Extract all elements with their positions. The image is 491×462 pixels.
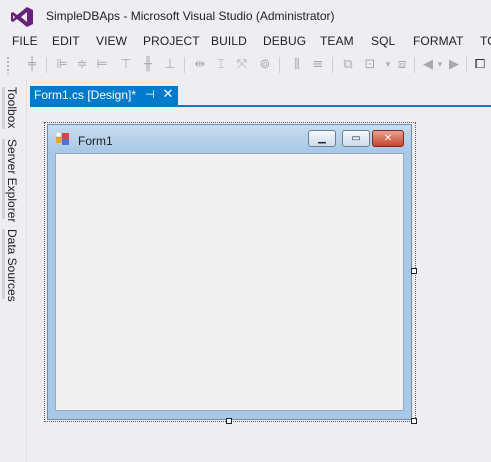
- toolbar-separator: [279, 57, 280, 73]
- align-centers-icon[interactable]: ≑: [74, 57, 90, 73]
- tab-label: Form1.cs [Design]*: [34, 88, 137, 102]
- align-middles-icon[interactable]: ╫: [140, 57, 156, 73]
- form-icon: [56, 132, 69, 145]
- pin-icon[interactable]: ⊣: [143, 87, 157, 103]
- center-horizontally-icon[interactable]: ⧉: [340, 57, 356, 73]
- close-button[interactable]: ✕: [372, 130, 404, 147]
- menu-sql[interactable]: SQL: [371, 34, 395, 48]
- toolbar-grip[interactable]: [6, 56, 10, 74]
- align-to-grid-icon[interactable]: ╪: [24, 57, 40, 73]
- menu-team[interactable]: TEAM: [320, 34, 354, 48]
- navigate-forward-icon[interactable]: ▶: [446, 57, 462, 73]
- bring-to-front-icon[interactable]: ⧈: [394, 57, 410, 73]
- form-title: Form1: [78, 134, 113, 148]
- make-same-size-icon[interactable]: ⤧: [234, 57, 250, 73]
- align-rights-icon[interactable]: ⊨: [94, 57, 110, 73]
- align-tops-icon[interactable]: ⊤: [118, 57, 134, 73]
- maximize-button[interactable]: ▭: [342, 130, 370, 147]
- align-bottoms-icon[interactable]: ⊥: [162, 57, 178, 73]
- toolbar-separator: [414, 57, 415, 73]
- menu-debug[interactable]: DEBUG: [263, 34, 306, 48]
- toolbar-separator: [46, 57, 47, 73]
- vertical-spacing-icon[interactable]: ≡: [310, 57, 326, 73]
- menu-edit[interactable]: EDIT: [52, 34, 80, 48]
- toolbar-separator: [466, 57, 467, 73]
- menu-bar: FILE EDIT VIEW PROJECT BUILD DEBUG TEAM …: [0, 31, 491, 52]
- resize-handle-right[interactable]: [411, 268, 417, 274]
- data-sources-tab[interactable]: Data Sources: [5, 229, 19, 302]
- menu-build[interactable]: BUILD: [211, 34, 247, 48]
- close-icon[interactable]: ✕: [161, 87, 175, 103]
- document-tab-well: Form1.cs [Design]* ⊣ ✕: [30, 86, 491, 107]
- menu-tools[interactable]: TO: [480, 34, 491, 48]
- size-to-grid-icon[interactable]: ⊚: [257, 57, 273, 73]
- make-same-width-icon[interactable]: ⇹: [192, 57, 208, 73]
- form-caption-bar[interactable]: Form1 ▁ ▭ ✕: [48, 125, 411, 153]
- menu-view[interactable]: VIEW: [96, 34, 127, 48]
- window-title: SimpleDBAps - Microsoft Visual Studio (A…: [46, 9, 335, 23]
- resize-handle-bottom[interactable]: [226, 418, 232, 424]
- maximize-icon: ▭: [351, 133, 361, 144]
- title-bar: SimpleDBAps - Microsoft Visual Studio (A…: [0, 0, 491, 31]
- visual-studio-logo-icon: [11, 7, 33, 27]
- menu-project[interactable]: PROJECT: [143, 34, 200, 48]
- make-same-height-icon[interactable]: ⌶: [213, 57, 229, 73]
- horizontal-spacing-icon[interactable]: ⫼: [289, 57, 305, 73]
- center-vertically-icon[interactable]: ⊡: [362, 57, 378, 73]
- designer-surface[interactable]: Form1 ▁ ▭ ✕: [30, 107, 491, 462]
- minimize-button[interactable]: ▁: [308, 130, 336, 147]
- resize-handle-bottom-right[interactable]: [411, 418, 417, 424]
- server-explorer-tab[interactable]: Server Explorer: [5, 139, 19, 222]
- form-client-area[interactable]: [55, 153, 404, 411]
- menu-format[interactable]: FORMAT: [413, 34, 463, 48]
- align-lefts-icon[interactable]: ⊫: [54, 57, 70, 73]
- minimize-icon: ▁: [318, 133, 326, 144]
- toolbar-separator: [332, 57, 333, 73]
- menu-file[interactable]: FILE: [12, 34, 38, 48]
- tab-form1-design[interactable]: Form1.cs [Design]* ⊣ ✕: [30, 86, 178, 105]
- toolbar-separator: [184, 57, 185, 73]
- tab-order-icon[interactable]: ⧠: [472, 57, 488, 73]
- layout-toolbar: ╪ ⊫ ≑ ⊨ ⊤ ╫ ⊥ ⇹ ⌶ ⤧ ⊚ ⫼ ≡ ⧉ ⊡ ▾ ⧈ ◀ ▾ ▶ …: [0, 53, 491, 77]
- left-tool-strip: Toolbox Server Explorer Data Sources: [0, 79, 27, 462]
- close-window-icon: ✕: [383, 133, 393, 144]
- toolbox-tab[interactable]: Toolbox: [5, 87, 19, 128]
- form-window[interactable]: Form1 ▁ ▭ ✕: [47, 124, 412, 420]
